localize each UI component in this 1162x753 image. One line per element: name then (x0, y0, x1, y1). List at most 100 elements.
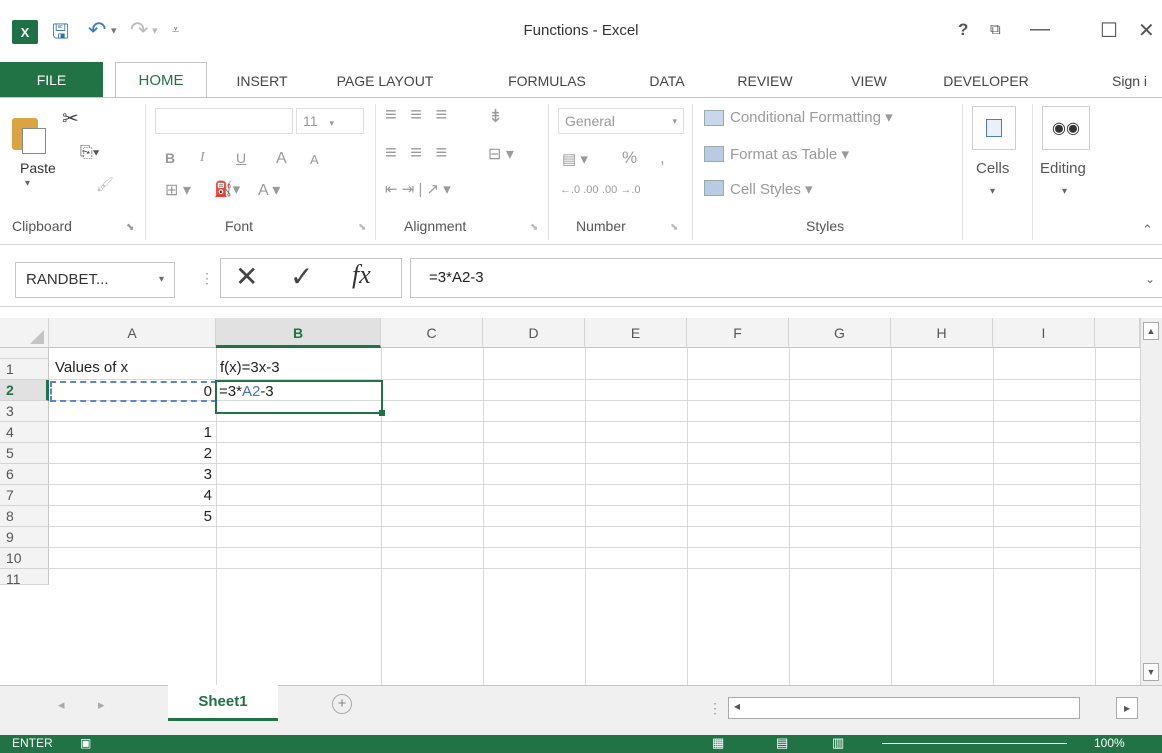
tab-page-layout[interactable]: PAGE LAYOUT (305, 64, 465, 98)
cell-a7[interactable]: 5 (50, 506, 212, 527)
accounting-format-icon[interactable]: ▤ ▾ (562, 150, 588, 168)
scroll-up-icon[interactable]: ▲ (1143, 322, 1159, 340)
row-header-6[interactable]: 6 (0, 464, 49, 485)
row-header-8[interactable]: 8 (0, 506, 49, 527)
maximize-icon[interactable]: ☐ (1100, 18, 1118, 43)
number-format-box[interactable]: General ▾ (558, 108, 684, 134)
borders-icon[interactable]: ⊞ ▾ (165, 180, 191, 200)
fill-color-icon[interactable]: ⛽▾ (214, 180, 240, 198)
cell-b1[interactable]: f(x)=3x-3 (220, 357, 280, 378)
conditional-formatting-button[interactable]: Conditional Formatting ▾ (730, 108, 893, 126)
paste-dropdown-icon[interactable]: ▾ (25, 178, 30, 189)
paste-icon[interactable] (12, 110, 50, 154)
format-painter-icon[interactable]: 🖌 (96, 176, 114, 193)
cell-a3[interactable]: 1 (50, 422, 212, 443)
tab-formulas[interactable]: FORMULAS (492, 64, 602, 98)
split-grip-icon[interactable]: ⋮ (708, 700, 722, 717)
tab-home[interactable]: HOME (115, 62, 207, 99)
increase-decimal-button[interactable]: ←.0 .00 (560, 184, 599, 196)
scroll-left-icon[interactable]: ◂ (734, 699, 740, 713)
column-header-i[interactable]: I (993, 318, 1095, 348)
page-break-view-icon[interactable]: ▥ (832, 735, 844, 751)
indent-icons[interactable]: ⇤ ⇥ | ↗ ▾ (385, 180, 451, 198)
minimize-icon[interactable]: — (1030, 18, 1050, 41)
zoom-slider[interactable] (882, 743, 1067, 744)
number-launcher-icon[interactable]: ⬊ (670, 222, 678, 233)
tab-data[interactable]: DATA (632, 64, 702, 98)
binoculars-icon[interactable]: ◉◉ (1042, 106, 1090, 150)
column-header-d[interactable]: D (483, 318, 585, 348)
horizontal-align-icons[interactable]: ≡ ≡ ≡ (385, 142, 451, 165)
cells-button[interactable]: Cells (976, 160, 1009, 177)
expand-formula-bar-icon[interactable]: ⌄ (1145, 272, 1155, 286)
row-header-1[interactable]: 1 (0, 359, 49, 380)
column-header-j[interactable] (1095, 318, 1140, 348)
cancel-icon[interactable]: ✕ (235, 260, 258, 293)
bold-button[interactable]: B (165, 150, 175, 166)
vertical-align-icons[interactable]: ≡ ≡ ≡ (385, 104, 451, 127)
column-header-b[interactable]: B (216, 318, 381, 348)
wrap-text-icon[interactable]: ⇟ (488, 106, 503, 127)
underline-button[interactable]: U (236, 150, 246, 166)
normal-view-icon[interactable]: ▦ (712, 735, 724, 751)
scroll-down-icon[interactable]: ▼ (1143, 663, 1159, 681)
row-header-7[interactable]: 7 (0, 485, 49, 506)
collapse-ribbon-icon[interactable]: ⌃ (1142, 222, 1153, 238)
cell-a1[interactable]: Values of x (55, 357, 128, 378)
scroll-right-icon[interactable]: ▸ (1116, 697, 1138, 719)
clipboard-launcher-icon[interactable]: ⬊ (126, 222, 134, 233)
column-header-e[interactable]: E (585, 318, 687, 348)
page-layout-view-icon[interactable]: ▤ (776, 735, 788, 751)
horizontal-scrollbar[interactable] (728, 697, 1080, 719)
alignment-launcher-icon[interactable]: ⬊ (530, 222, 538, 233)
cell-styles-button[interactable]: Cell Styles ▾ (730, 180, 813, 198)
zoom-level[interactable]: 100% (1094, 736, 1125, 750)
tab-insert[interactable]: INSERT (222, 64, 302, 98)
row-header-5[interactable]: 5 (0, 443, 49, 464)
paste-button[interactable]: Paste (20, 160, 56, 176)
sheet-nav-next-icon[interactable]: ▸ (98, 697, 105, 713)
column-header-a[interactable]: A (49, 318, 216, 348)
grow-font-button[interactable]: A (276, 150, 287, 168)
row-header-4[interactable]: 4 (0, 422, 49, 443)
merge-center-icon[interactable]: ⊟ ▾ (488, 144, 514, 164)
column-header-g[interactable]: G (789, 318, 891, 348)
copy-icon[interactable]: ⎘▾ (80, 144, 100, 162)
row-header-3[interactable]: 3 (0, 401, 49, 422)
row-header-11[interactable]: 11 (0, 569, 49, 585)
editing-button[interactable]: Editing (1040, 160, 1086, 177)
formula-input[interactable]: =3*A2-3 (410, 258, 1162, 298)
help-icon[interactable]: ? (958, 20, 968, 40)
close-icon[interactable]: ✕ (1138, 18, 1155, 43)
sheet-tab-sheet1[interactable]: Sheet1 (168, 685, 278, 721)
column-header-f[interactable]: F (687, 318, 789, 348)
cell-b2-formula[interactable]: =3*A2-3 (219, 381, 274, 402)
row-header-2[interactable]: 2 (0, 380, 49, 401)
comma-button[interactable]: , (660, 148, 665, 168)
decrease-decimal-button[interactable]: .00 →.0 (602, 184, 641, 196)
vertical-scrollbar[interactable] (1140, 318, 1162, 685)
cut-icon[interactable]: ✂ (62, 106, 79, 131)
column-header-h[interactable]: H (891, 318, 993, 348)
tab-file[interactable]: FILE (0, 62, 103, 98)
macro-record-icon[interactable]: ▣ (80, 736, 91, 750)
font-name-box[interactable] (155, 108, 293, 134)
cells-dropdown-icon[interactable]: ▾ (990, 186, 995, 197)
sign-in-link[interactable]: Sign i (1112, 64, 1162, 98)
add-sheet-icon[interactable]: + (332, 694, 352, 714)
editing-dropdown-icon[interactable]: ▾ (1062, 186, 1067, 197)
font-size-box[interactable]: 11 ▾ (296, 108, 364, 134)
cell-a2[interactable]: 0 (50, 381, 212, 402)
tab-view[interactable]: VIEW (834, 64, 904, 98)
format-as-table-button[interactable]: Format as Table ▾ (730, 145, 849, 163)
ribbon-display-icon[interactable]: ⧉ (990, 21, 1001, 38)
insert-function-icon[interactable]: fx (352, 260, 371, 290)
cell-a5[interactable]: 3 (50, 464, 212, 485)
italic-button[interactable]: I (200, 150, 205, 166)
cell-a4[interactable]: 2 (50, 443, 212, 464)
row-header-10[interactable]: 10 (0, 548, 49, 569)
cell-a6[interactable]: 4 (50, 485, 212, 506)
enter-checkmark-icon[interactable]: ✓ (290, 260, 313, 293)
fill-handle[interactable] (379, 410, 385, 416)
tab-review[interactable]: REVIEW (720, 64, 810, 98)
